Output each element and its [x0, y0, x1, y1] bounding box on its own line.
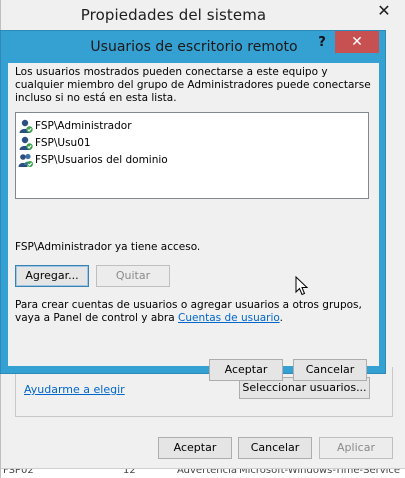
create-accounts-text: Para crear cuentas de usuarios o agregar… — [15, 299, 375, 325]
background-event-list: FSP02 12 Advertencia Microsoft-Windows-T… — [1, 468, 405, 478]
event-cell: Microsoft-Windows-Time-Service — [239, 468, 401, 476]
outer-window-title: Propiedades del sistema — [80, 6, 267, 24]
user-name: FSP\Usu01 — [35, 136, 91, 149]
event-cell: Advertencia — [177, 468, 238, 476]
help-icon[interactable]: ? — [309, 33, 335, 53]
remote-desktop-users-dialog: Usuarios de escritorio remoto ? ✕ Los us… — [0, 30, 386, 381]
mouse-cursor-icon — [295, 276, 309, 296]
group-users-icon — [18, 153, 33, 167]
create-text-suffix: . — [279, 312, 283, 324]
outer-title-bar[interactable]: Propiedades del sistema ✕ — [1, 0, 405, 30]
user-accounts-link[interactable]: Cuentas de usuario — [178, 312, 280, 324]
access-status-text: FSP\Administrador ya tiene acceso. — [15, 241, 201, 253]
dialog-body: Los usuarios mostrados pueden conectarse… — [8, 63, 379, 381]
outer-accept-button[interactable]: Aceptar — [158, 437, 232, 459]
remove-button: Quitar — [96, 265, 170, 287]
event-cell: FSP02 — [3, 468, 34, 476]
dialog-cancel-button[interactable]: Cancelar — [293, 359, 367, 381]
single-user-icon — [19, 136, 33, 150]
user-name: FSP\Usuarios del dominio — [35, 153, 168, 166]
list-item[interactable]: FSP\Administrador — [18, 117, 132, 134]
single-user-icon — [19, 119, 33, 133]
outer-close-icon[interactable]: ✕ — [370, 0, 398, 22]
user-name: FSP\Administrador — [35, 119, 132, 132]
add-button[interactable]: Agregar... — [15, 265, 89, 287]
event-cell: 12 — [123, 468, 136, 476]
outer-apply-button: Aplicar — [319, 437, 393, 459]
dialog-accept-button[interactable]: Aceptar — [209, 359, 283, 381]
help-choose-link[interactable]: Ayudarme a elegir — [24, 383, 125, 396]
outer-cancel-button[interactable]: Cancelar — [238, 437, 312, 459]
list-item[interactable]: FSP\Usu01 — [18, 134, 91, 151]
list-item[interactable]: FSP\Usuarios del dominio — [18, 151, 168, 168]
dialog-description: Los usuarios mostrados pueden conectarse… — [15, 66, 371, 104]
dialog-close-icon[interactable]: ✕ — [335, 31, 379, 53]
user-list[interactable]: FSP\Administrador FSP\Usu01 FSP\Usuarios… — [15, 112, 369, 199]
